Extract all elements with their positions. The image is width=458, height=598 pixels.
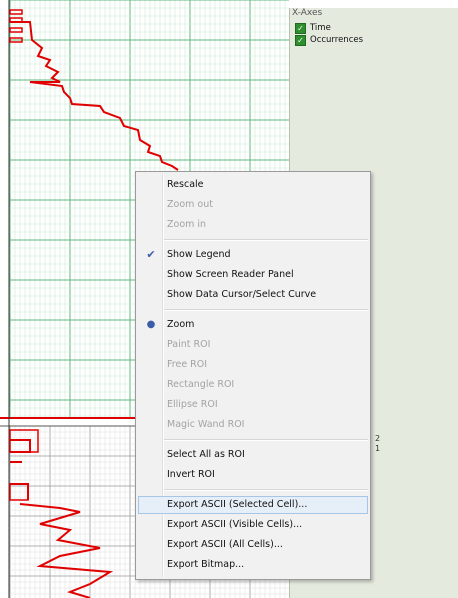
menu-item-free-roi[interactable]: Free ROI bbox=[138, 356, 368, 374]
menu-item-magic-wand-roi[interactable]: Magic Wand ROI bbox=[138, 416, 368, 434]
menu-item-label: Select All as ROI bbox=[167, 449, 245, 460]
menu-item-label: Show Legend bbox=[167, 249, 231, 260]
context-menu: Rescale Zoom out Zoom in ✔ Show Legend S… bbox=[135, 171, 371, 580]
menu-item-show-data-cursor[interactable]: Show Data Cursor/Select Curve bbox=[138, 286, 368, 304]
menu-separator bbox=[164, 239, 368, 241]
panel-value: 2 bbox=[375, 434, 381, 443]
legend-item-time[interactable]: ✓ Time bbox=[295, 22, 331, 34]
menu-item-zoom-in[interactable]: Zoom in bbox=[138, 216, 368, 234]
checkmark-icon: ✔ bbox=[146, 248, 156, 261]
legend-item-label: Time bbox=[310, 23, 331, 33]
menu-item-export-ascii-selected-cell[interactable]: Export ASCII (Selected Cell)... bbox=[138, 496, 368, 514]
menu-item-rectangle-roi[interactable]: Rectangle ROI bbox=[138, 376, 368, 394]
menu-item-label: Paint ROI bbox=[167, 339, 211, 350]
menu-item-label: Rescale bbox=[167, 179, 204, 190]
radio-selected-icon: ● bbox=[146, 319, 156, 330]
menu-item-label: Free ROI bbox=[167, 359, 208, 370]
menu-item-zoom[interactable]: ● Zoom bbox=[138, 316, 368, 334]
menu-item-label: Export Bitmap... bbox=[167, 559, 245, 570]
menu-item-label: Show Screen Reader Panel bbox=[167, 269, 294, 280]
legend-item-occurrences[interactable]: ✓ Occurrences bbox=[295, 34, 363, 46]
checkbox-checked-icon[interactable]: ✓ bbox=[295, 22, 306, 34]
menu-separator bbox=[164, 309, 368, 311]
menu-item-ellipse-roi[interactable]: Ellipse ROI bbox=[138, 396, 368, 414]
menu-separator bbox=[164, 489, 368, 491]
menu-item-rescale[interactable]: Rescale bbox=[138, 176, 368, 194]
checkbox-checked-icon[interactable]: ✓ bbox=[295, 34, 306, 46]
menu-item-label: Zoom out bbox=[167, 199, 213, 210]
menu-item-label: Rectangle ROI bbox=[167, 379, 235, 390]
menu-item-zoom-out[interactable]: Zoom out bbox=[138, 196, 368, 214]
legend-item-label: Occurrences bbox=[310, 35, 364, 45]
menu-item-export-ascii-all-cells[interactable]: Export ASCII (All Cells)... bbox=[138, 536, 368, 554]
menu-item-export-bitmap[interactable]: Export Bitmap... bbox=[138, 556, 368, 574]
menu-item-show-legend[interactable]: ✔ Show Legend bbox=[138, 246, 368, 264]
legend-title: X-Axes bbox=[292, 8, 323, 18]
menu-item-select-all-as-roi[interactable]: Select All as ROI bbox=[138, 446, 368, 464]
menu-item-label: Export ASCII (All Cells)... bbox=[167, 539, 283, 550]
menu-item-invert-roi[interactable]: Invert ROI bbox=[138, 466, 368, 484]
menu-item-paint-roi[interactable]: Paint ROI bbox=[138, 336, 368, 354]
menu-item-export-ascii-visible-cells[interactable]: Export ASCII (Visible Cells)... bbox=[138, 516, 368, 534]
menu-item-label: Show Data Cursor/Select Curve bbox=[167, 289, 317, 300]
menu-item-label: Export ASCII (Visible Cells)... bbox=[167, 519, 303, 530]
menu-item-label: Magic Wand ROI bbox=[167, 419, 245, 430]
panel-value: 1 bbox=[375, 444, 381, 453]
menu-item-label: Zoom bbox=[167, 319, 195, 330]
menu-item-label: Zoom in bbox=[167, 219, 207, 230]
menu-item-label: Invert ROI bbox=[167, 469, 215, 480]
menu-item-show-screen-reader-panel[interactable]: Show Screen Reader Panel bbox=[138, 266, 368, 284]
menu-item-label: Ellipse ROI bbox=[167, 399, 218, 410]
menu-separator bbox=[164, 439, 368, 441]
menu-item-label: Export ASCII (Selected Cell)... bbox=[167, 499, 308, 510]
